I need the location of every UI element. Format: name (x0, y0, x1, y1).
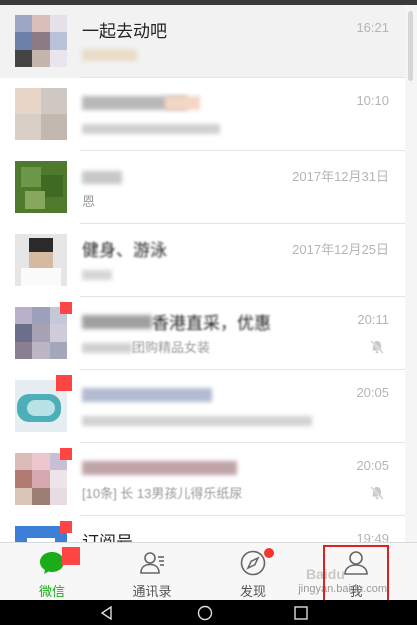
chat-row[interactable]: 恩 2017年12月31日 (0, 151, 405, 224)
unread-badge (60, 302, 72, 314)
home-icon[interactable] (197, 605, 213, 621)
blurred-name (82, 315, 152, 329)
blurred-name (82, 388, 212, 402)
chat-row[interactable]: [10条] 长 13男孩儿得乐纸尿 20:05 (0, 443, 405, 516)
system-nav-bar (0, 600, 417, 625)
chat-time: 20:11 (357, 312, 389, 327)
group-avatar (15, 15, 67, 67)
chat-name: 订阅号 (82, 528, 133, 542)
recents-icon[interactable] (294, 606, 308, 620)
blurred-preview (82, 343, 132, 353)
compass-icon (240, 550, 266, 576)
chat-name: 香港直采，优惠 (152, 314, 271, 333)
blurred-preview (82, 124, 220, 134)
scrollbar[interactable] (405, 5, 417, 542)
chat-time: 2017年12月25日 (292, 242, 389, 257)
chat-row[interactable]: 一起去动吧 16:21 (0, 5, 405, 78)
avatar (15, 161, 67, 213)
back-icon[interactable] (100, 606, 114, 620)
chat-name: 一起去动吧 (82, 22, 167, 41)
chat-preview: [10条] 长 13男孩儿得乐纸尿 (82, 486, 243, 501)
chat-row[interactable]: 订阅号 19:49 (0, 516, 405, 542)
chat-list[interactable]: 一起去动吧 16:21 10:10 恩 2017年12月31日 健身、游泳 20… (0, 5, 405, 542)
chat-time: 16:21 (356, 20, 389, 35)
notification-dot (264, 548, 274, 558)
scroll-thumb[interactable] (408, 11, 413, 81)
unread-badge (56, 375, 72, 391)
chat-name: 健身、游泳 (82, 241, 167, 260)
tab-contacts[interactable]: 通讯录 (100, 543, 204, 601)
chat-time: 20:05 (356, 458, 389, 473)
chat-row[interactable]: 10:10 (0, 78, 405, 151)
unread-badge (60, 521, 72, 533)
tab-label: 微信 (38, 584, 65, 599)
chat-time: 20:05 (356, 385, 389, 400)
mute-bell-icon (370, 340, 384, 354)
chat-time: 19:49 (356, 531, 389, 542)
blurred-preview (82, 416, 312, 426)
blurred-preview (82, 270, 112, 280)
blurred-name (82, 461, 237, 475)
group-avatar (15, 307, 67, 359)
tab-discover[interactable]: 发现 (201, 543, 305, 601)
blurred-preview (82, 49, 137, 61)
blurred-name (165, 96, 200, 110)
tab-label: 通讯录 (132, 584, 172, 599)
chat-row[interactable]: 香港直采，优惠 团购精品女装 20:11 (0, 297, 405, 370)
contacts-icon (140, 552, 164, 574)
highlight-box (323, 545, 389, 602)
chat-time: 2017年12月31日 (292, 169, 389, 184)
chat-time: 10:10 (356, 93, 389, 108)
chat-row[interactable]: 健身、游泳 2017年12月25日 (0, 224, 405, 297)
group-avatar (15, 88, 67, 140)
unread-badge (60, 448, 72, 460)
tab-chats[interactable]: 微信 (0, 543, 104, 601)
chat-preview: 团购精品女装 (132, 340, 211, 355)
avatar (15, 234, 67, 286)
blurred-name (82, 171, 122, 184)
unread-badge (62, 547, 80, 565)
tab-label: 发现 (239, 584, 266, 599)
chat-row[interactable]: 20:05 (0, 370, 405, 443)
chat-preview: 恩 (82, 194, 96, 209)
group-avatar (15, 453, 67, 505)
mute-bell-icon (370, 486, 384, 500)
